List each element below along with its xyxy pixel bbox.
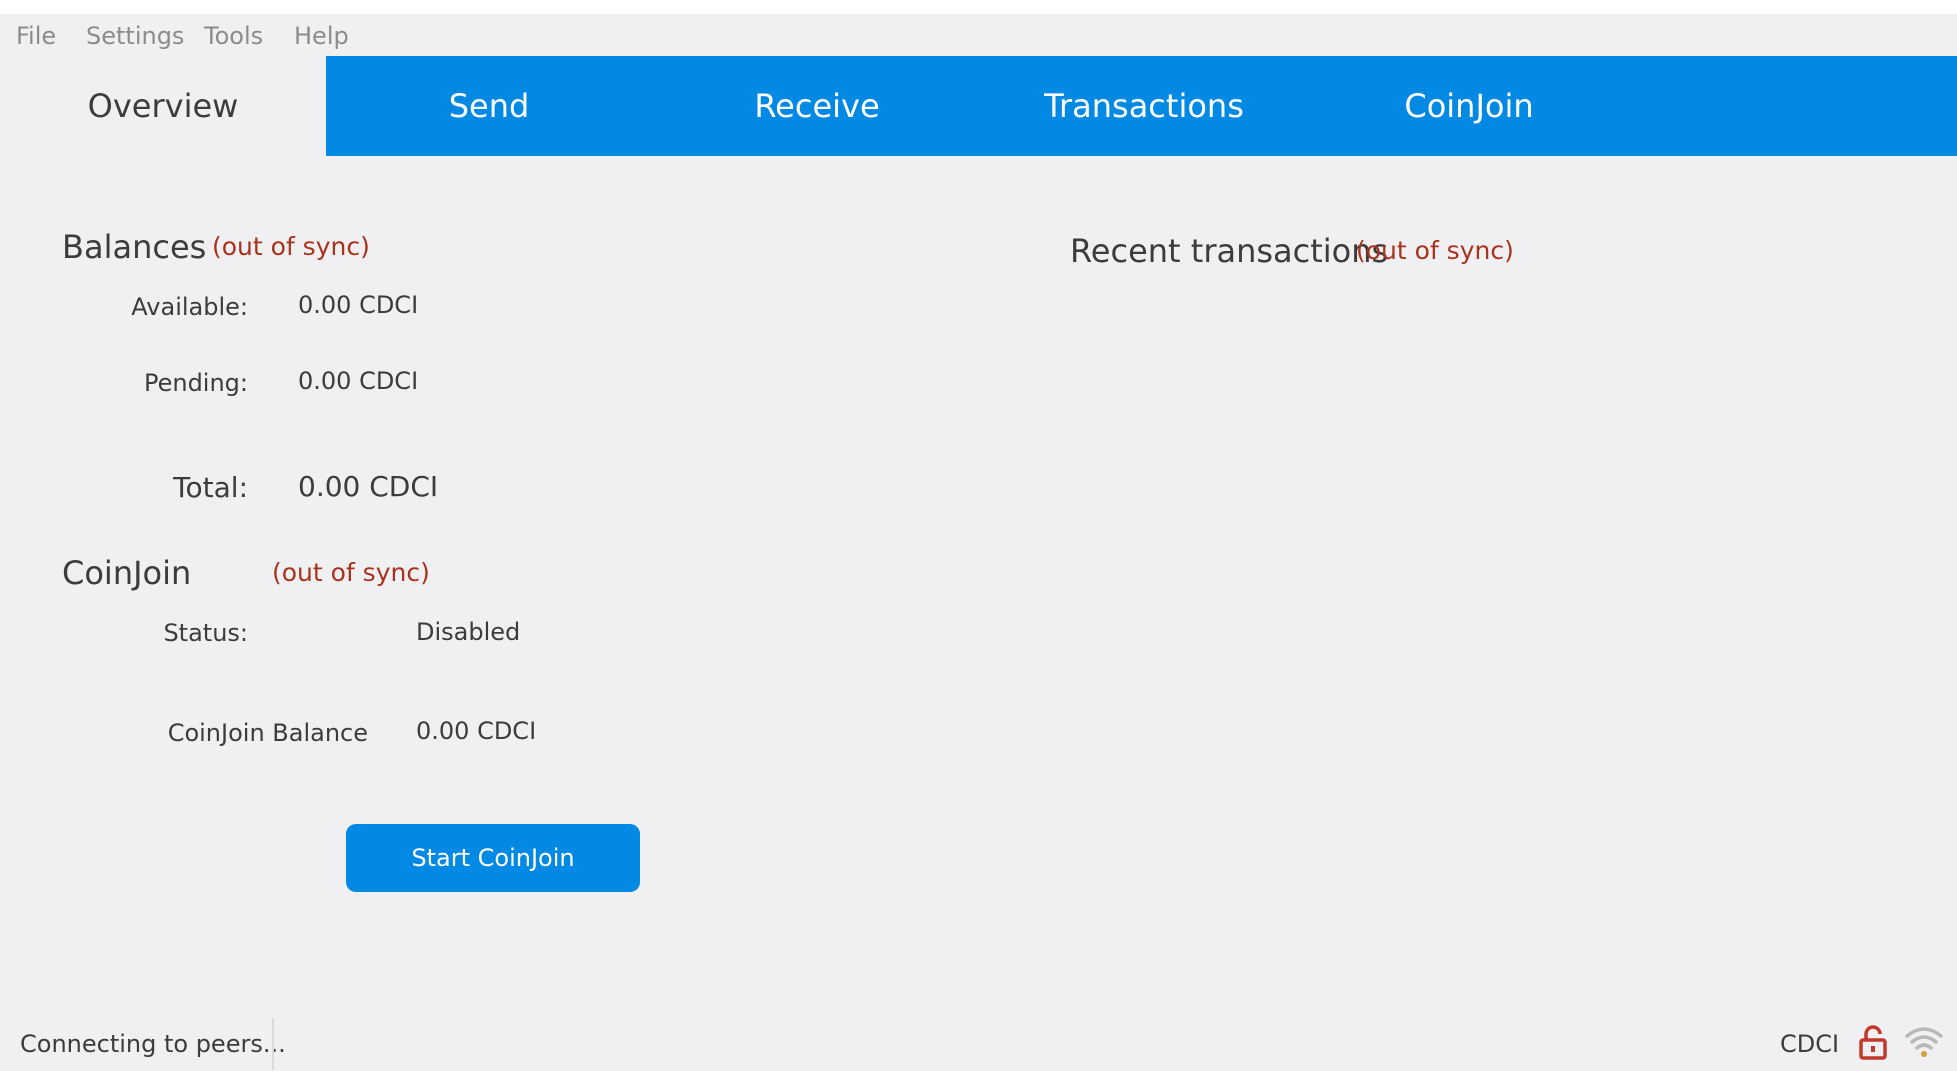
- pending-value: 0.00 CDCI: [298, 367, 419, 395]
- menu-settings[interactable]: Settings: [86, 22, 184, 50]
- status-divider: [272, 1018, 274, 1070]
- coinjoin-balance-value: 0.00 CDCI: [416, 717, 537, 745]
- available-value: 0.00 CDCI: [298, 291, 419, 319]
- total-value: 0.00 CDCI: [298, 470, 439, 503]
- total-label: Total:: [173, 471, 248, 504]
- coinjoin-status-label: Status:: [163, 619, 248, 647]
- coinjoin-balance-label: CoinJoin Balance: [167, 719, 368, 747]
- balances-title: Balances: [62, 228, 207, 266]
- tab-bar: Overview Send Receive Transactions CoinJ…: [0, 56, 1957, 156]
- start-coinjoin-button[interactable]: Start CoinJoin: [346, 824, 640, 892]
- tab-coinjoin[interactable]: CoinJoin: [1306, 56, 1632, 156]
- window-top-strip: [0, 0, 1957, 14]
- menu-bar: File Settings Tools Help: [0, 14, 1957, 56]
- tab-send[interactable]: Send: [326, 56, 652, 156]
- lock-open-icon[interactable]: [1858, 1024, 1888, 1060]
- pending-label: Pending:: [143, 369, 248, 397]
- menu-tools[interactable]: Tools: [204, 22, 263, 50]
- tab-receive[interactable]: Receive: [652, 56, 982, 156]
- tab-overview[interactable]: Overview: [0, 56, 326, 156]
- display-unit[interactable]: CDCI: [1780, 1030, 1839, 1058]
- recent-transactions-sync-warning: (out of sync): [1356, 236, 1514, 265]
- coinjoin-sync-warning: (out of sync): [272, 558, 430, 587]
- coinjoin-status-value: Disabled: [416, 618, 521, 646]
- coinjoin-title: CoinJoin: [62, 554, 192, 592]
- tab-transactions[interactable]: Transactions: [982, 56, 1306, 156]
- menu-help[interactable]: Help: [294, 22, 349, 50]
- balances-sync-warning: (out of sync): [212, 232, 370, 261]
- recent-transactions-title: Recent transactions: [1070, 232, 1389, 270]
- menu-file[interactable]: File: [16, 22, 56, 50]
- wifi-icon[interactable]: [1904, 1024, 1944, 1060]
- connection-status: Connecting to peers...: [20, 1030, 286, 1058]
- available-label: Available:: [131, 293, 248, 321]
- status-bar: Connecting to peers... CDCI: [0, 1010, 1957, 1071]
